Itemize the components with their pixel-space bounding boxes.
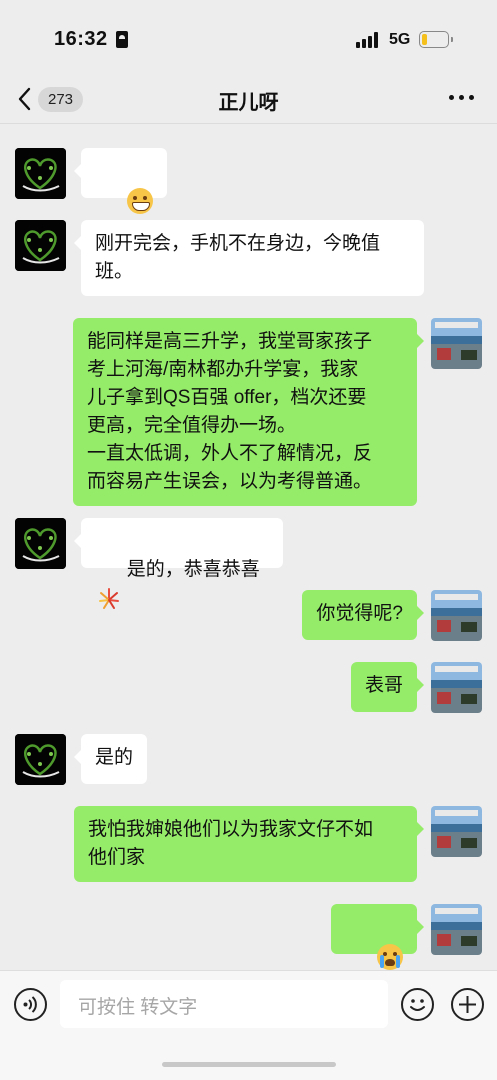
network-label: 5G (389, 31, 411, 48)
message-text: 是的，恭喜恭喜 (126, 559, 260, 580)
message-row: 能同样是高三升学，我堂哥家孩子 考上河海/南林都办升学宴，我家 儿子拿到QS百强… (0, 318, 497, 506)
message-row (0, 904, 497, 970)
message-bubble[interactable]: 是的 (73, 734, 148, 784)
message-bubble[interactable]: 能同样是高三升学，我堂哥家孩子 考上河海/南林都办升学宴，我家 儿子拿到QS百强… (73, 318, 424, 506)
chat-header: 273 正儿呀 (0, 76, 497, 124)
contact-avatar[interactable] (15, 734, 66, 785)
message-bubble[interactable]: 刚开完会，手机不在身边，今晚值 班。 (74, 220, 424, 296)
message-bubble[interactable] (331, 904, 424, 970)
emoji-button[interactable] (401, 988, 434, 1021)
message-row: 你觉得呢? (0, 590, 497, 642)
message-bubble[interactable]: 是的，恭喜恭喜 (74, 518, 283, 609)
my-avatar[interactable] (431, 662, 482, 713)
message-bubble[interactable]: 我怕我婶娘他们以为我家文仔不如 他们家 (74, 806, 424, 882)
message-row: 是的 (0, 734, 497, 786)
contact-avatar[interactable] (15, 518, 66, 569)
message-row: 是的，恭喜恭喜 (0, 518, 497, 609)
status-bar: 16:32 5G (0, 0, 497, 80)
contact-avatar[interactable] (15, 148, 66, 199)
battery-icon (419, 31, 453, 48)
my-avatar[interactable] (431, 318, 482, 369)
plus-icon (459, 996, 476, 1013)
message-input[interactable]: 可按住 转文字 (60, 980, 388, 1028)
status-time: 16:32 (54, 28, 108, 50)
plus-button[interactable] (451, 988, 484, 1021)
my-avatar[interactable] (431, 806, 482, 857)
home-indicator (162, 1062, 336, 1067)
voice-icon (23, 996, 37, 1013)
more-button[interactable] (449, 95, 475, 101)
my-avatar[interactable] (431, 590, 482, 641)
chat-title: 正儿呀 (218, 92, 279, 114)
contact-avatar[interactable] (15, 220, 66, 271)
crying-face-icon (377, 943, 403, 970)
grinning-face-icon (126, 187, 153, 214)
my-avatar[interactable] (431, 904, 482, 955)
message-list: 刚开完会，手机不在身边，今晚值 班。 能同样是高三升学，我堂哥家孩子 考上河海/… (0, 124, 497, 970)
voice-button[interactable] (14, 988, 47, 1021)
emoji-icon (410, 999, 425, 1011)
message-bubble[interactable]: 表哥 (350, 662, 425, 712)
signal-icon (356, 32, 382, 48)
id-card-icon (116, 31, 128, 48)
message-row (0, 148, 497, 214)
message-bubble[interactable] (74, 148, 167, 214)
message-row: 刚开完会，手机不在身边，今晚值 班。 (0, 220, 497, 298)
message-row: 表哥 (0, 662, 497, 714)
message-bubble[interactable]: 你觉得呢? (302, 590, 424, 640)
message-row: 我怕我婶娘他们以为我家文仔不如 他们家 (0, 806, 497, 884)
